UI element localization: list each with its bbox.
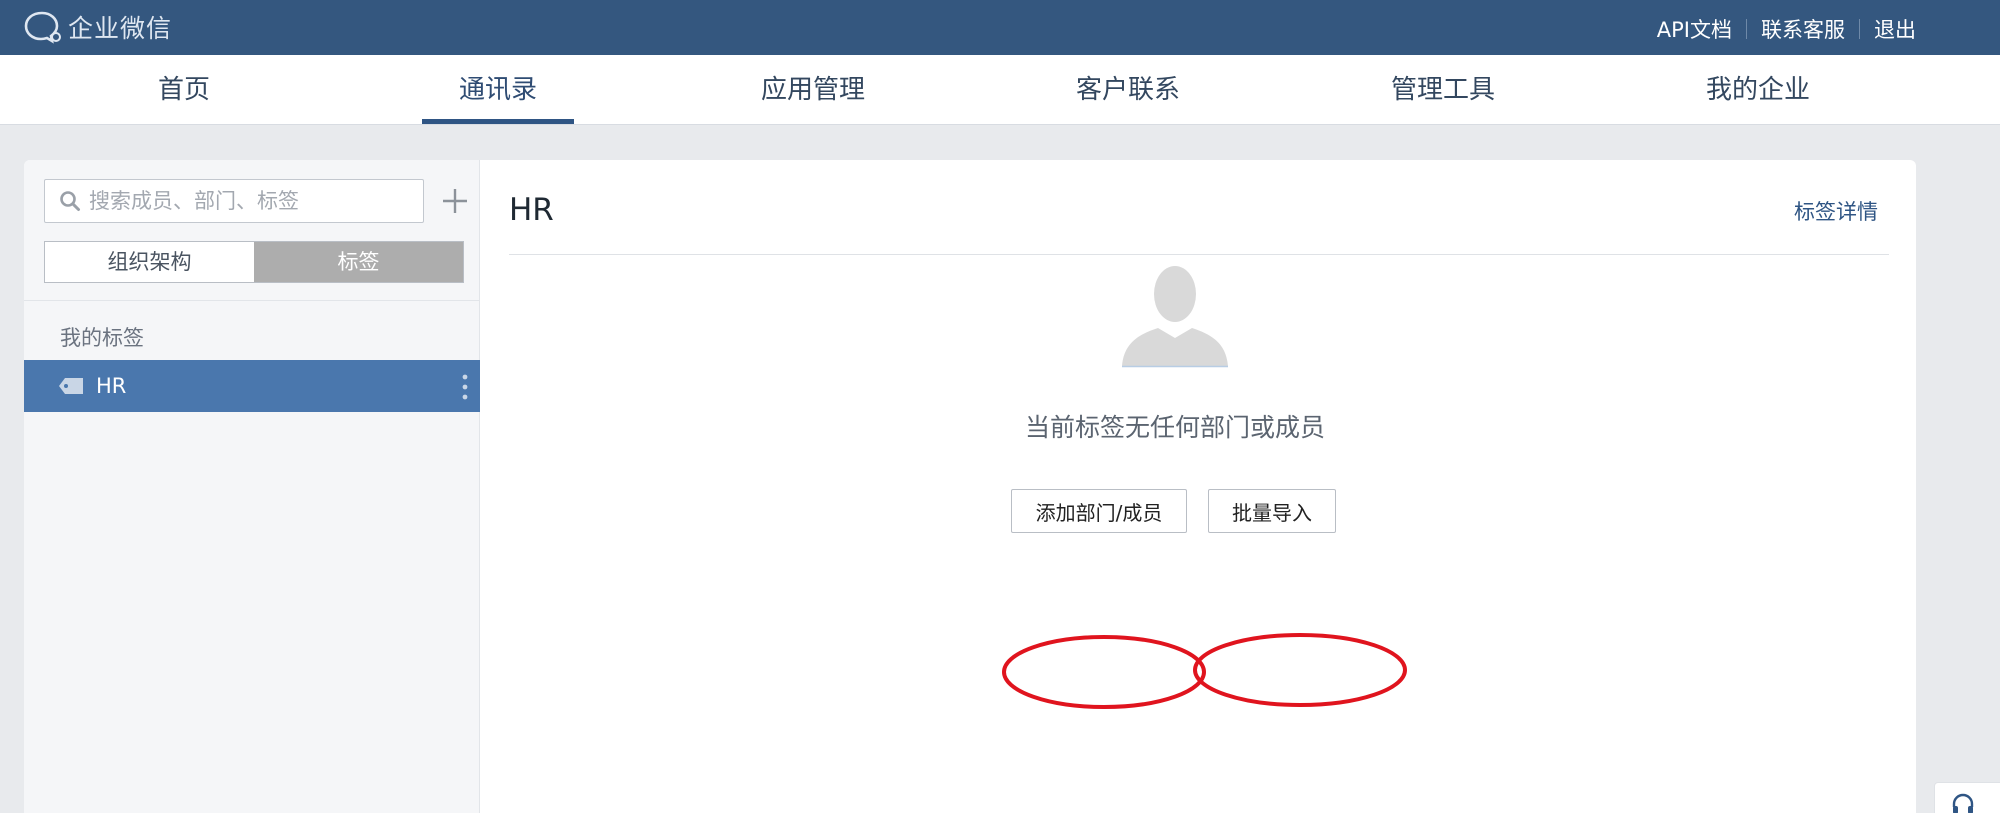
view-switcher: 组织架构 标签 bbox=[44, 241, 464, 283]
tab-tags[interactable]: 标签 bbox=[254, 242, 463, 282]
batch-import-button[interactable]: 批量导入 bbox=[1208, 489, 1336, 533]
search-input[interactable] bbox=[89, 189, 409, 213]
sidebar-divider bbox=[24, 300, 480, 301]
add-department-member-button[interactable]: 添加部门/成员 bbox=[1011, 489, 1187, 533]
add-icon[interactable] bbox=[438, 184, 472, 218]
tag-sidebar: 组织架构 标签 我的标签 HR bbox=[24, 160, 480, 813]
search-icon bbox=[60, 191, 80, 211]
nav-item-contacts[interactable]: 通讯录 bbox=[398, 55, 598, 125]
top-links: API文档 联系客服 退出 bbox=[1657, 14, 1916, 44]
main-nav: 首页 通讯录 应用管理 客户联系 管理工具 我的企业 bbox=[0, 55, 2000, 125]
tag-details-link[interactable]: 标签详情 bbox=[1794, 196, 1878, 226]
empty-member-avatar-icon bbox=[1122, 266, 1228, 368]
tag-item-hr[interactable]: HR bbox=[24, 360, 480, 412]
brand-name: 企业微信 bbox=[68, 14, 173, 43]
panel-title: HR bbox=[509, 192, 554, 228]
nav-item-app-management[interactable]: 应用管理 bbox=[713, 55, 913, 125]
contacts-card: 组织架构 标签 我的标签 HR HR 标签详情 bbox=[24, 160, 1916, 813]
nav-item-my-enterprise[interactable]: 我的企业 bbox=[1658, 55, 1858, 125]
my-tags-heading: 我的标签 bbox=[60, 326, 144, 350]
top-link-divider bbox=[1746, 19, 1747, 39]
top-bar: 企业微信 API文档 联系客服 退出 bbox=[0, 0, 2000, 55]
nav-item-home[interactable]: 首页 bbox=[84, 55, 284, 125]
brand-logo[interactable]: 企业微信 bbox=[24, 10, 172, 44]
empty-state-message: 当前标签无任何部门或成员 bbox=[1024, 413, 1325, 442]
nav-item-customer-contact[interactable]: 客户联系 bbox=[1028, 55, 1228, 125]
wecom-logo-icon bbox=[24, 11, 61, 44]
headset-icon bbox=[1952, 793, 1974, 813]
nav-active-indicator bbox=[422, 119, 574, 124]
tag-item-label: HR bbox=[96, 374, 127, 398]
panel-divider bbox=[509, 254, 1889, 255]
tag-icon bbox=[59, 378, 83, 394]
tab-org-structure[interactable]: 组织架构 bbox=[45, 242, 254, 282]
api-docs-link[interactable]: API文档 bbox=[1657, 14, 1732, 44]
contact-support-link[interactable]: 联系客服 bbox=[1761, 14, 1845, 44]
logout-link[interactable]: 退出 bbox=[1874, 14, 1916, 44]
top-link-divider bbox=[1859, 19, 1860, 39]
nav-item-management-tools[interactable]: 管理工具 bbox=[1343, 55, 1543, 125]
more-vertical-icon[interactable] bbox=[462, 374, 468, 400]
search-box[interactable] bbox=[44, 179, 424, 223]
support-widget[interactable] bbox=[1934, 782, 2000, 813]
